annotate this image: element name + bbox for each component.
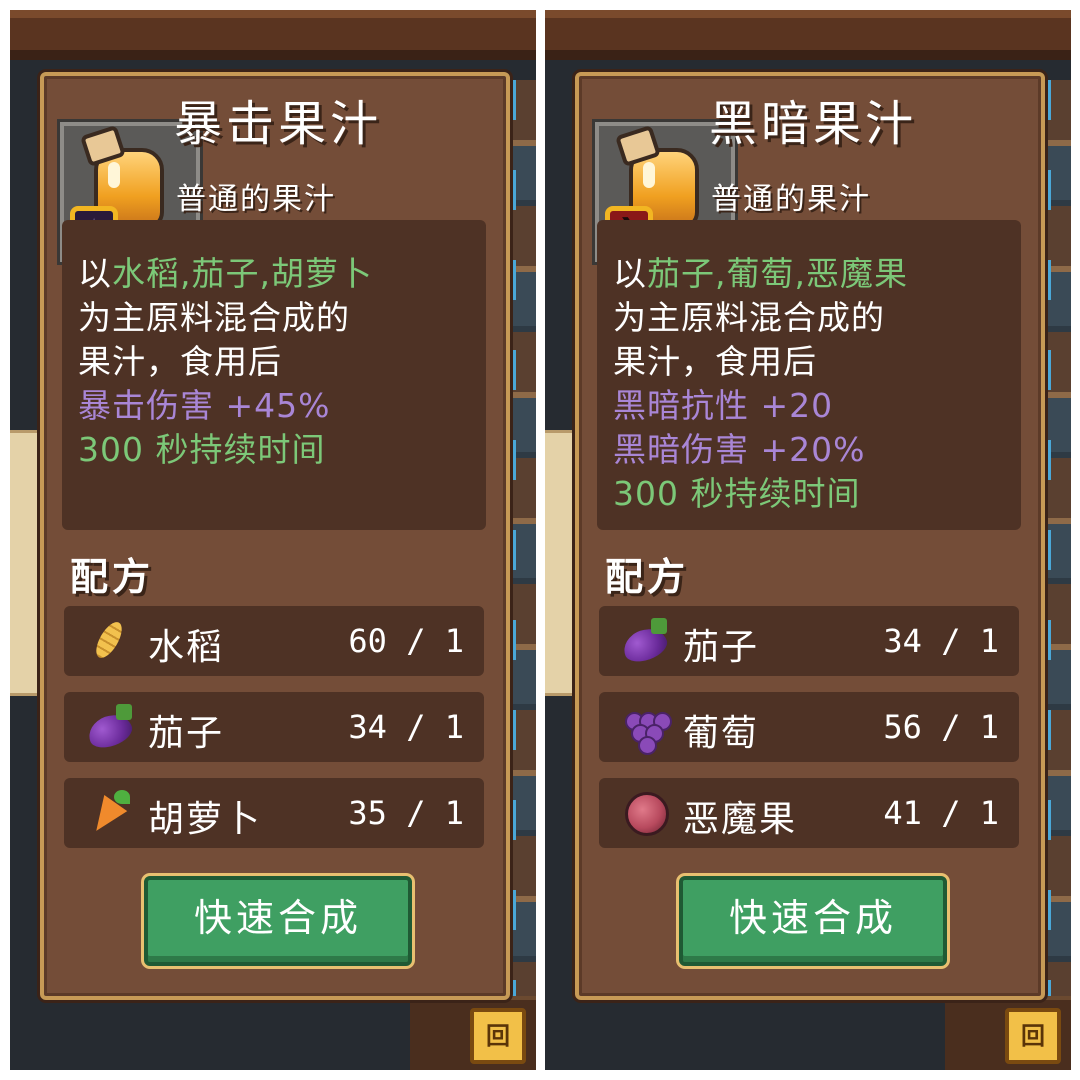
ingredient-name: 恶魔果 (683, 799, 798, 840)
item-rarity: 普通的果汁 (176, 182, 336, 217)
eggplant-icon (84, 704, 136, 753)
item-tooltip-panel: ✦ 暴击果汁 普通的果汁 以水稻,茄子,胡萝卜 为主原料混合成的 果汁，食用后 … (40, 72, 510, 1000)
item-name: 暴击果汁 (174, 96, 383, 152)
bottom-toolbar: 回 (410, 996, 536, 1070)
background-side-tab (10, 430, 44, 696)
eggplant-icon (619, 618, 671, 667)
background-inventory-rail (506, 80, 536, 1010)
background-side-tab (545, 430, 579, 696)
bottom-toolbar: 回 (945, 996, 1071, 1070)
recipe-row-eggplant: 茄子 34 / 1 (599, 606, 1019, 676)
effect-crit-damage: 暴击伤害 +45% (78, 386, 331, 425)
effect-duration: 300 秒持续时间 (613, 474, 861, 513)
description-line-1: 以茄子,葡萄,恶魔果 (613, 252, 1007, 296)
item-rarity: 普通的果汁 (711, 182, 871, 217)
effect-duration: 300 秒持续时间 (78, 430, 326, 469)
ingredient-name: 水稻 (148, 627, 225, 668)
description-line-2: 为主原料混合成的 (78, 298, 350, 337)
carrot-icon (84, 790, 134, 839)
recipe-row-demon-fruit: 恶魔果 41 / 1 (599, 778, 1019, 848)
quick-craft-button[interactable]: 快速合成 (679, 876, 947, 966)
recipe-row-carrot: 胡萝卜 35 / 1 (64, 778, 484, 848)
item-name: 黑暗果汁 (709, 96, 918, 152)
bag-icon[interactable]: 回 (470, 1008, 526, 1064)
effect-dark-resistance: 黑暗抗性 +20 (613, 386, 834, 425)
description-ingredients: 茄子,葡萄,恶魔果 (647, 254, 908, 293)
recipe-row-eggplant: 茄子 34 / 1 (64, 692, 484, 762)
ingredient-count: 60 / 1 (348, 622, 464, 660)
effect-dark-damage: 黑暗伤害 +20% (613, 430, 866, 469)
description-line-2: 为主原料混合成的 (613, 298, 885, 337)
ingredient-count: 56 / 1 (883, 708, 999, 746)
recipe-row-rice: 水稻 60 / 1 (64, 606, 484, 676)
description-prefix: 以 (613, 254, 647, 293)
ingredient-count: 34 / 1 (348, 708, 464, 746)
rice-icon (86, 618, 134, 664)
item-description: 以水稻,茄子,胡萝卜 为主原料混合成的 果汁，食用后 暴击伤害 +45% 300… (62, 220, 486, 530)
item-tooltip-panel: ❯ 黑暗果汁 普通的果汁 以茄子,葡萄,恶魔果 为主原料混合成的 果汁，食用后 … (575, 72, 1045, 1000)
ingredient-name: 茄子 (683, 627, 760, 668)
background-inventory-rail (1041, 80, 1071, 1010)
description-ingredients: 水稻,茄子,胡萝卜 (112, 254, 373, 293)
demon-fruit-icon (621, 790, 669, 836)
ingredient-name: 胡萝卜 (148, 799, 263, 840)
quick-craft-button[interactable]: 快速合成 (144, 876, 412, 966)
top-wooden-bar (10, 10, 536, 60)
description-line-1: 以水稻,茄子,胡萝卜 (78, 252, 472, 296)
description-line-3: 果汁，食用后 (613, 342, 817, 381)
recipe-row-grape: 葡萄 56 / 1 (599, 692, 1019, 762)
bag-icon[interactable]: 回 (1005, 1008, 1061, 1064)
ingredient-count: 34 / 1 (883, 622, 999, 660)
screenshot-left: 回 ✦ 暴击果汁 普通的果汁 以水稻,茄子,胡萝卜 为主原料混合成的 果汁，食用… (10, 10, 536, 1070)
ingredient-name: 葡萄 (683, 713, 760, 754)
description-line-3: 果汁，食用后 (78, 342, 282, 381)
ingredient-name: 茄子 (148, 713, 225, 754)
top-wooden-bar (545, 10, 1071, 60)
screenshot-right: 回 ❯ 黑暗果汁 普通的果汁 以茄子,葡萄,恶魔果 为主原料混合成的 果汁，食用… (545, 10, 1071, 1070)
grape-icon (621, 704, 672, 755)
recipe-title: 配方 (70, 555, 155, 599)
ingredient-count: 35 / 1 (348, 794, 464, 832)
ingredient-count: 41 / 1 (883, 794, 999, 832)
recipe-title: 配方 (605, 555, 690, 599)
description-prefix: 以 (78, 254, 112, 293)
item-description: 以茄子,葡萄,恶魔果 为主原料混合成的 果汁，食用后 黑暗抗性 +20 黑暗伤害… (597, 220, 1021, 530)
